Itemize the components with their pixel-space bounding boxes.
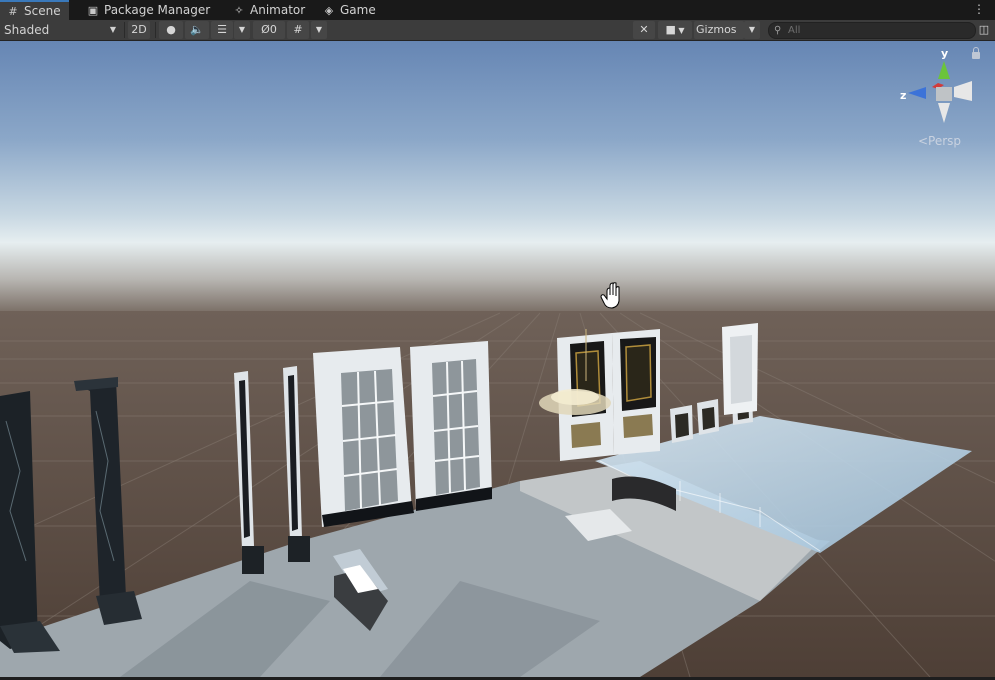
tab-scene[interactable]: # Scene bbox=[0, 0, 69, 20]
lightbulb-icon: ● bbox=[166, 23, 176, 36]
chevron-down-icon: ▼ bbox=[675, 26, 685, 35]
draw-mode-dropdown[interactable]: Shaded ▼ bbox=[4, 20, 120, 40]
scene-toolbar: Shaded ▼ 2D ● 🔈 ☰ ▼ Ø0 # ▼ ✕ ■ ▼ Gizmos … bbox=[0, 20, 995, 41]
small-panel bbox=[670, 405, 693, 443]
toggle-2d-button[interactable]: 2D bbox=[128, 21, 150, 39]
animator-icon: ✧ bbox=[234, 4, 244, 17]
hidden-objects-count: 0 bbox=[269, 23, 277, 36]
eye-slash-icon: Ø bbox=[261, 23, 270, 36]
tab-game-label: Game bbox=[340, 3, 376, 17]
tools-icon: ✕ bbox=[639, 23, 649, 36]
small-panel bbox=[697, 399, 719, 435]
package-icon: ▣ bbox=[87, 4, 99, 17]
camera-settings-button[interactable]: ■ ▼ bbox=[658, 21, 692, 39]
layers-icon: ☰ bbox=[217, 23, 227, 36]
axis-z-label: z bbox=[900, 89, 907, 102]
orientation-gizmo[interactable]: y z bbox=[896, 47, 976, 129]
toggle-2d-label: 2D bbox=[131, 23, 147, 36]
draw-mode-label: Shaded bbox=[4, 23, 50, 37]
grid-icon: # bbox=[293, 23, 303, 36]
tools-button[interactable]: ✕ bbox=[633, 21, 655, 39]
more-options-icon[interactable]: ⋮ bbox=[973, 2, 985, 16]
scene-viewport[interactable]: y z <Persp bbox=[0, 41, 995, 678]
chevron-down-icon: ▼ bbox=[238, 25, 246, 34]
tab-animator-label: Animator bbox=[250, 3, 306, 17]
axis-x-neg-icon bbox=[954, 81, 972, 101]
door-panel bbox=[722, 323, 758, 415]
grid-dropdown-button[interactable]: ▼ bbox=[311, 21, 327, 39]
window-wall bbox=[313, 347, 414, 527]
gizmo-center-cube bbox=[936, 87, 952, 101]
gallery-wall bbox=[612, 329, 660, 455]
search-icon: ⚲ bbox=[774, 25, 782, 36]
axis-y-icon bbox=[938, 61, 950, 79]
gizmos-label: Gizmos bbox=[696, 23, 737, 36]
gamepad-icon: ◈ bbox=[324, 4, 334, 17]
tab-animator[interactable]: ✧ Animator bbox=[226, 0, 313, 20]
axis-gizmo bbox=[908, 61, 972, 123]
camera-icon: ■ bbox=[665, 23, 676, 36]
scene-render bbox=[0, 41, 995, 678]
chevron-down-icon: ▼ bbox=[109, 25, 116, 34]
toolbar-divider bbox=[155, 22, 156, 38]
gizmos-toggle-button[interactable]: Gizmos bbox=[694, 21, 744, 39]
speaker-icon: 🔈 bbox=[190, 23, 204, 36]
chevron-down-icon: ▼ bbox=[315, 25, 323, 34]
lock-icon[interactable] bbox=[972, 47, 980, 59]
search-options-icon[interactable]: ◫ bbox=[977, 21, 991, 39]
axis-z-icon bbox=[908, 87, 926, 99]
tab-scene-label: Scene bbox=[24, 4, 61, 18]
toolbar-divider bbox=[124, 22, 125, 38]
window-wall bbox=[410, 341, 492, 511]
search-placeholder: All bbox=[788, 25, 801, 36]
window-tab-bar: # Scene ▣ Package Manager ✧ Animator ◈ Game … bbox=[0, 0, 995, 21]
hidden-objects-toggle[interactable]: Ø0 bbox=[253, 21, 285, 39]
axis-y-label: y bbox=[941, 47, 949, 60]
tab-package-manager-label: Package Manager bbox=[104, 3, 211, 17]
gizmos-dropdown-button[interactable]: ▼ bbox=[744, 21, 760, 39]
tab-game[interactable]: ◈ Game bbox=[316, 0, 384, 20]
scene-search-input[interactable]: ⚲ All bbox=[768, 22, 976, 39]
grid-icon: # bbox=[8, 5, 18, 18]
sky bbox=[0, 41, 995, 321]
axis-y-neg-icon bbox=[938, 103, 950, 123]
effects-toggle-button[interactable]: ☰ bbox=[211, 21, 233, 39]
projection-toggle[interactable]: <Persp bbox=[918, 134, 961, 148]
tab-package-manager[interactable]: ▣ Package Manager bbox=[80, 0, 218, 20]
effects-dropdown-button[interactable]: ▼ bbox=[234, 21, 250, 39]
chevron-down-icon: ▼ bbox=[748, 25, 756, 34]
lighting-toggle-button[interactable]: ● bbox=[159, 21, 183, 39]
audio-toggle-button[interactable]: 🔈 bbox=[185, 21, 209, 39]
grid-toggle-button[interactable]: # bbox=[287, 21, 309, 39]
